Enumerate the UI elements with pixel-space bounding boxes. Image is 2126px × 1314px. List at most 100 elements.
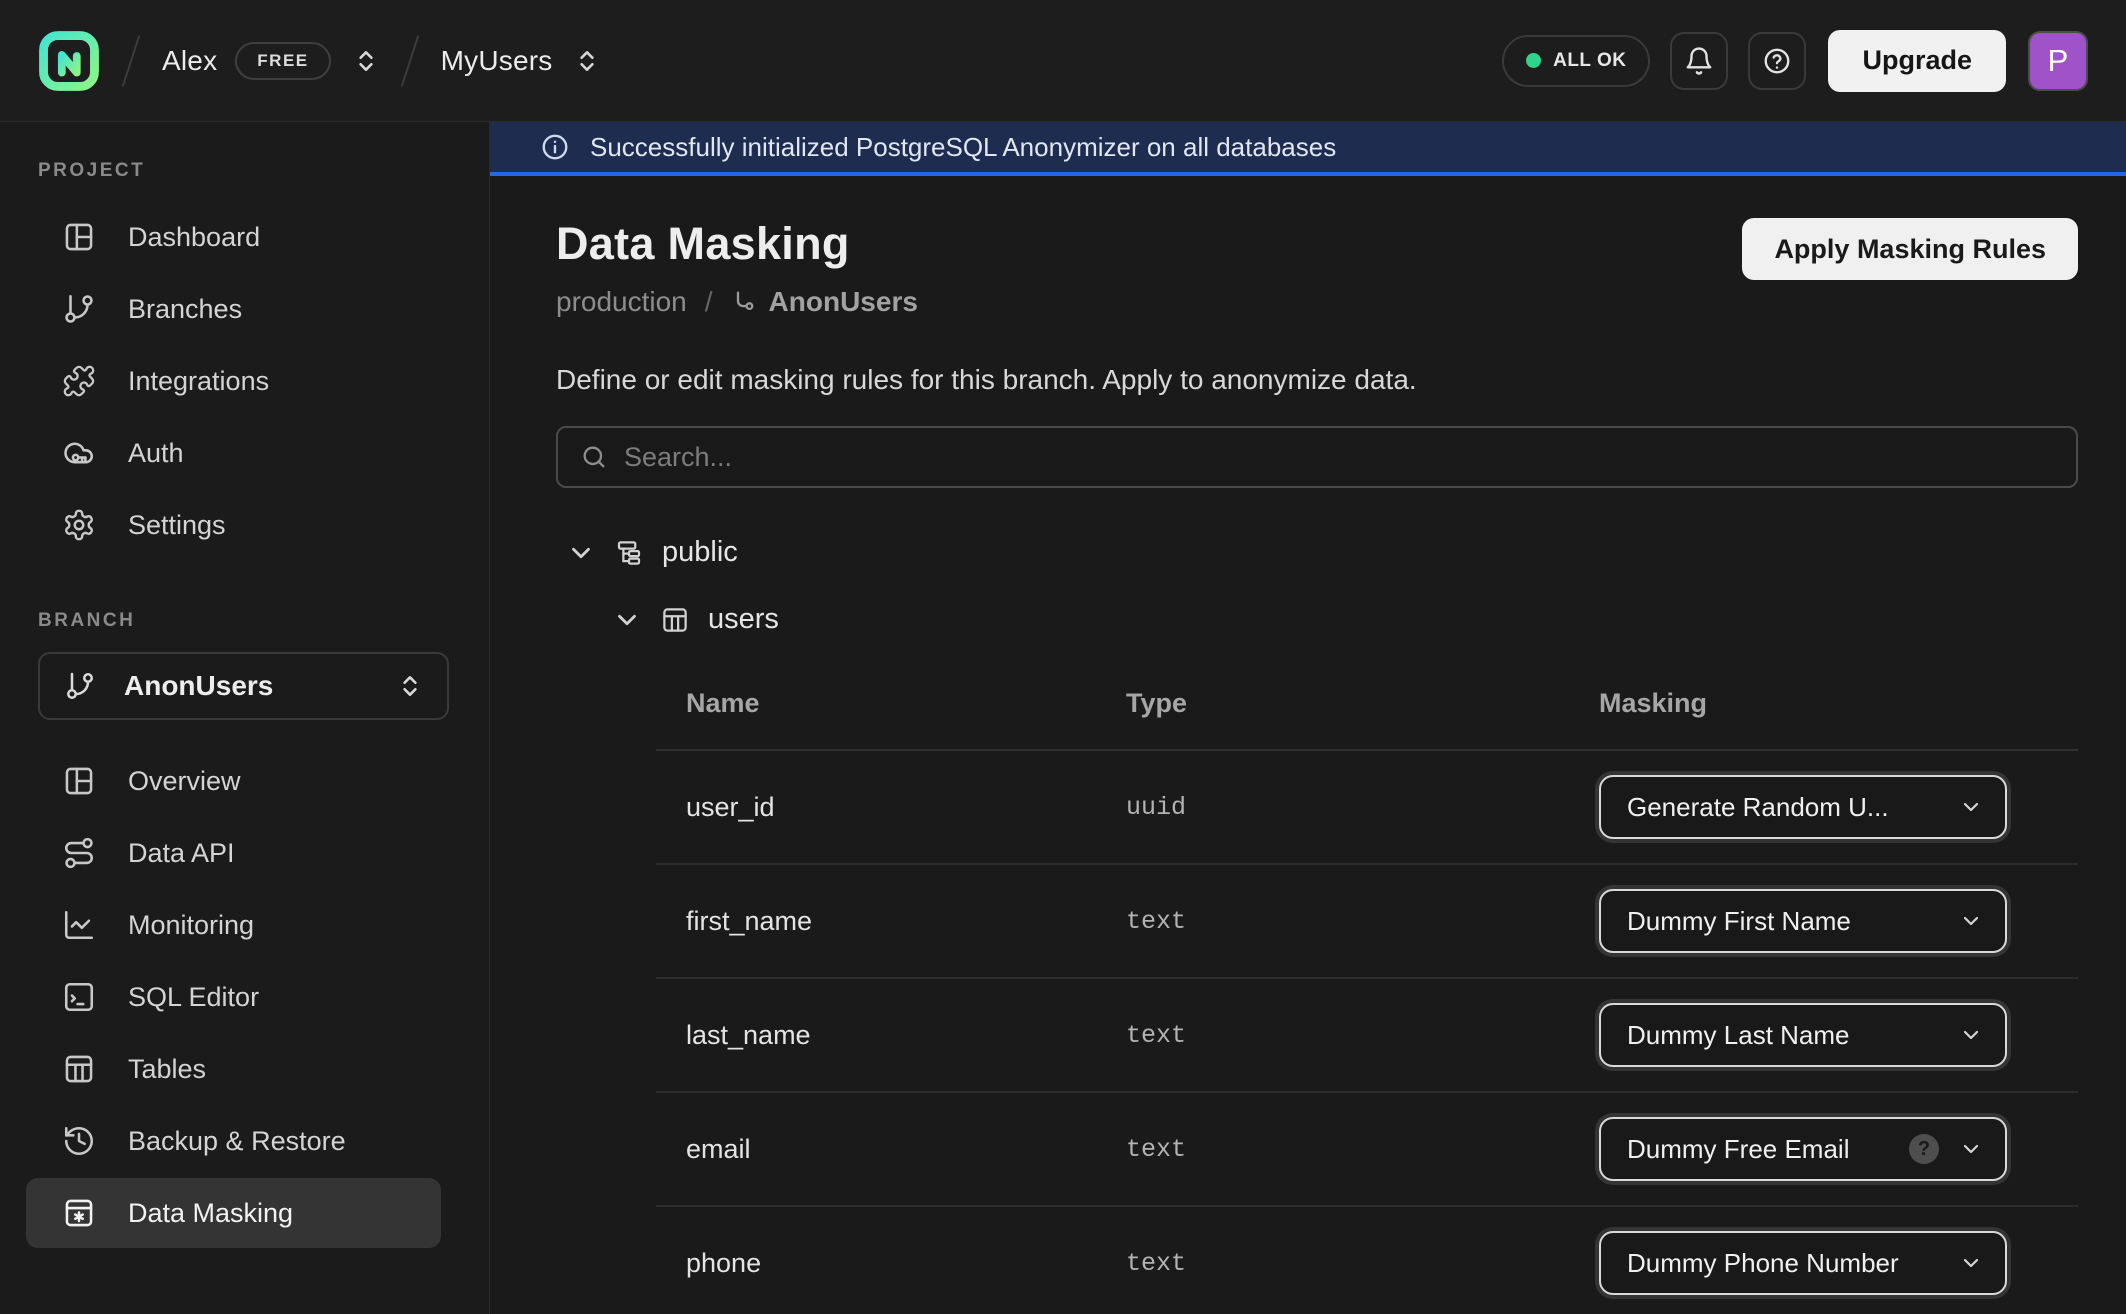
column-type: uuid: [1126, 793, 1599, 822]
sidebar-item-data-masking[interactable]: Data Masking: [26, 1178, 441, 1248]
data-masking-icon: [62, 1196, 96, 1230]
breadcrumb: production / AnonUsers: [556, 286, 918, 318]
sidebar-item-tables[interactable]: Tables: [26, 1034, 441, 1104]
branch-selector-value: AnonUsers: [124, 670, 397, 702]
branch-selector-chevrons-icon: [397, 673, 423, 699]
sidebar-item-auth[interactable]: Auth: [26, 418, 441, 488]
top-header: Alex FREE MyUsers ALL OK Upgrade P: [0, 0, 2126, 122]
sidebar-section-branch: BRANCH: [38, 610, 489, 632]
column-name: phone: [656, 1248, 1126, 1279]
chevron-down-icon: [1959, 909, 1983, 933]
bell-icon: [1684, 46, 1714, 76]
masking-rule-value: Dummy Last Name: [1627, 1020, 1959, 1051]
cloud-key-icon: [62, 436, 96, 470]
sidebar-item-overview[interactable]: Overview: [26, 746, 441, 816]
sidebar-item-label: Branches: [128, 294, 242, 325]
sidebar-item-backup-restore[interactable]: Backup & Restore: [26, 1106, 441, 1176]
masking-rule-value: Dummy First Name: [1627, 906, 1959, 937]
upgrade-button[interactable]: Upgrade: [1828, 30, 2006, 92]
column-header-name: Name: [656, 688, 1126, 719]
chevron-down-icon: [1959, 1137, 1983, 1161]
sidebar-section-project: PROJECT: [38, 160, 489, 182]
route-icon: [62, 836, 96, 870]
overview-icon: [62, 764, 96, 798]
table-header-row: Name Type Masking: [656, 662, 2078, 751]
breadcrumb-parent-branch[interactable]: production: [556, 286, 687, 318]
masking-rule-select[interactable]: Dummy Phone Number: [1599, 1231, 2007, 1295]
sidebar-item-dashboard[interactable]: Dashboard: [26, 202, 441, 272]
chevron-down-icon[interactable]: [612, 605, 642, 635]
columns-table: Name Type Masking user_id uuid Generate …: [656, 662, 2078, 1314]
column-name: email: [656, 1134, 1126, 1165]
schema-name: public: [662, 536, 738, 569]
column-name: last_name: [656, 1020, 1126, 1051]
success-banner: Successfully initialized PostgreSQL Anon…: [490, 122, 2126, 176]
tree-node-table[interactable]: users: [556, 603, 2078, 636]
branch-selector[interactable]: AnonUsers: [38, 652, 449, 720]
org-switcher-chevrons-icon[interactable]: [353, 48, 379, 74]
puzzle-icon: [62, 364, 96, 398]
avatar[interactable]: P: [2028, 31, 2088, 91]
line-chart-icon: [62, 908, 96, 942]
main-content: Successfully initialized PostgreSQL Anon…: [490, 122, 2126, 1314]
search-icon: [580, 443, 608, 471]
page-description: Define or edit masking rules for this br…: [556, 364, 2078, 396]
masking-rule-select[interactable]: Dummy Free Email ?: [1599, 1117, 2007, 1181]
breadcrumb-current-branch[interactable]: AnonUsers: [769, 286, 918, 318]
column-header-masking: Masking: [1599, 688, 2078, 719]
schema-tree: public users: [556, 536, 2078, 636]
git-branch-icon: [62, 292, 96, 326]
sidebar-item-label: Tables: [128, 1054, 206, 1085]
apply-masking-rules-button[interactable]: Apply Masking Rules: [1742, 218, 2078, 280]
child-branch-icon: [731, 288, 759, 316]
project-switcher-chevrons-icon[interactable]: [574, 48, 600, 74]
breadcrumb-separator: /: [705, 286, 713, 318]
sidebar-item-integrations[interactable]: Integrations: [26, 346, 441, 416]
sidebar-item-label: SQL Editor: [128, 982, 259, 1013]
sidebar-item-label: Settings: [128, 510, 226, 541]
status-pill[interactable]: ALL OK: [1502, 35, 1650, 87]
table-row: first_name text Dummy First Name: [656, 865, 2078, 979]
search-box[interactable]: [556, 426, 2078, 488]
sidebar-item-data-api[interactable]: Data API: [26, 818, 441, 888]
masking-rule-value: Generate Random U...: [1627, 792, 1959, 823]
notifications-button[interactable]: [1670, 32, 1728, 90]
column-type: text: [1126, 1135, 1599, 1164]
column-name: first_name: [656, 906, 1126, 937]
neon-logo-icon[interactable]: [38, 30, 100, 92]
column-type: text: [1126, 1021, 1599, 1050]
gear-icon: [62, 508, 96, 542]
project-name[interactable]: MyUsers: [441, 45, 553, 77]
sidebar-item-label: Data API: [128, 838, 235, 869]
sidebar-item-label: Integrations: [128, 366, 269, 397]
table-row: email text Dummy Free Email ?: [656, 1093, 2078, 1207]
masking-rule-select[interactable]: Generate Random U...: [1599, 775, 2007, 839]
history-icon: [62, 1124, 96, 1158]
git-branch-icon: [64, 670, 96, 702]
org-name[interactable]: Alex: [162, 45, 217, 77]
sidebar-item-label: Auth: [128, 438, 184, 469]
masking-rule-select[interactable]: Dummy First Name: [1599, 889, 2007, 953]
plan-badge: FREE: [235, 42, 330, 80]
tree-node-schema[interactable]: public: [556, 536, 2078, 569]
search-input[interactable]: [624, 442, 2054, 473]
sidebar-item-settings[interactable]: Settings: [26, 490, 441, 560]
sidebar-item-monitoring[interactable]: Monitoring: [26, 890, 441, 960]
chevron-down-icon[interactable]: [566, 538, 596, 568]
column-header-type: Type: [1126, 688, 1599, 719]
info-icon: [540, 132, 570, 162]
help-button[interactable]: [1748, 32, 1806, 90]
terminal-icon: [62, 980, 96, 1014]
sidebar-item-sql-editor[interactable]: SQL Editor: [26, 962, 441, 1032]
schema-icon: [614, 538, 644, 568]
help-badge-icon[interactable]: ?: [1909, 1134, 1939, 1164]
dashboard-icon: [62, 220, 96, 254]
sidebar-item-branches[interactable]: Branches: [26, 274, 441, 344]
page-title: Data Masking: [556, 218, 918, 270]
breadcrumb-slash-icon: [122, 35, 141, 87]
masking-rule-value: Dummy Free Email: [1627, 1134, 1909, 1165]
masking-rule-select[interactable]: Dummy Last Name: [1599, 1003, 2007, 1067]
table-row: phone text Dummy Phone Number: [656, 1207, 2078, 1314]
status-pill-label: ALL OK: [1553, 50, 1626, 72]
table-row: last_name text Dummy Last Name: [656, 979, 2078, 1093]
